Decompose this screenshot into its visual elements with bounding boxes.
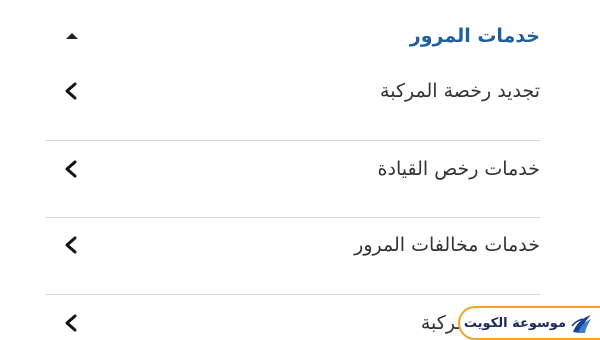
menu-item-label: تجديد رخصة المركبة (380, 80, 540, 102)
menu-item-label: خدمات رخص القيادة (377, 158, 540, 180)
watermark-badge: موسوعة الكويت (458, 306, 600, 340)
watermark-text: موسوعة الكويت (463, 316, 566, 331)
traffic-services-panel: خدمات المرور تجديد رخصة المركبة خدمات رخ… (46, 0, 540, 340)
chevron-left-icon (65, 160, 77, 178)
menu-item-label: خدمات مخالفات المرور (354, 234, 540, 256)
menu-item-driving-license-services[interactable]: خدمات رخص القيادة (46, 140, 540, 200)
menu-item-traffic-violations-services[interactable]: خدمات مخالفات المرور (46, 216, 540, 276)
menu-item-renew-vehicle-license[interactable]: تجديد رخصة المركبة (46, 62, 540, 122)
section-title: خدمات المرور (409, 25, 540, 47)
chevron-left-icon (65, 314, 77, 332)
chevron-left-icon (65, 236, 77, 254)
collapse-arrow-icon[interactable] (66, 33, 78, 39)
kuwait-encyclopedia-logo-icon (571, 315, 591, 333)
section-header[interactable]: خدمات المرور (46, 18, 540, 54)
chevron-left-icon (65, 82, 77, 100)
